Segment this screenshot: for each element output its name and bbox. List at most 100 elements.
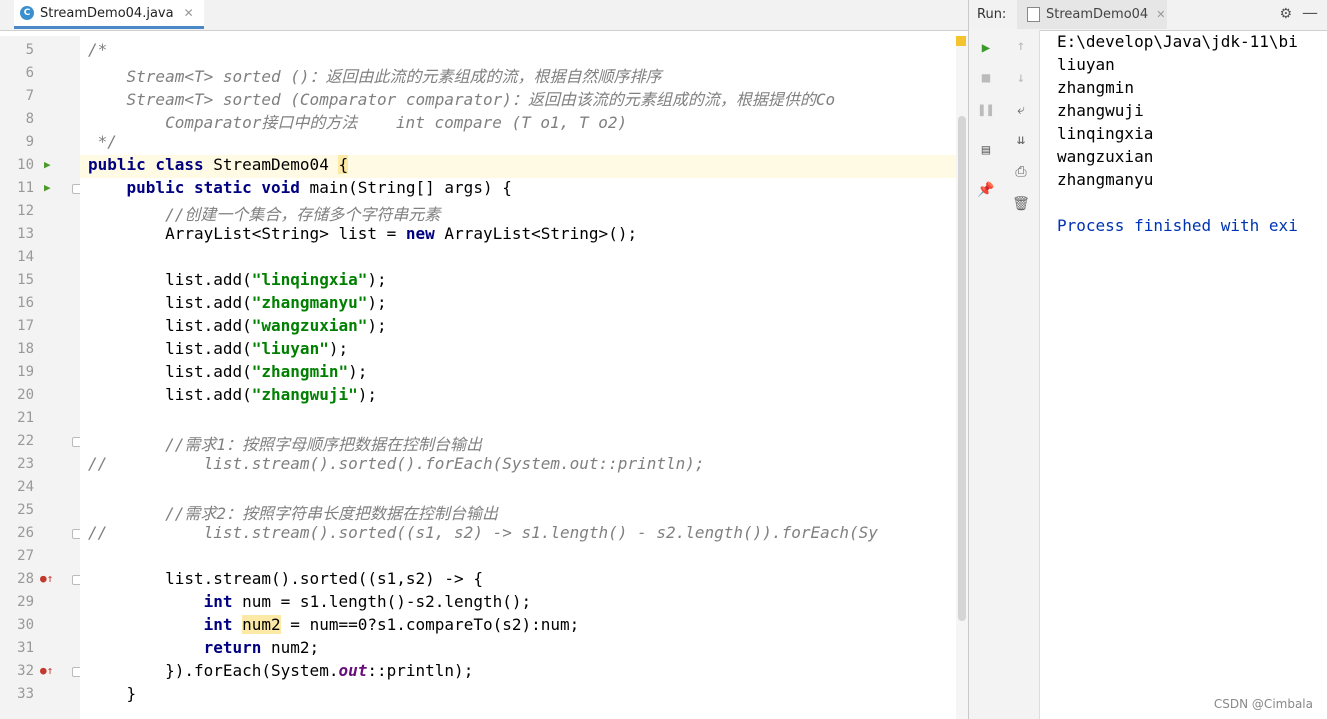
line-number: 26 [17,525,34,541]
console-line: zhangwuji [1057,101,1144,120]
line-number: 19 [17,364,34,380]
code-line-10: public class StreamDemo04 { [88,155,349,174]
code-line-9: */ [88,132,117,151]
scroll-to-end-icon[interactable]: ⇊ [1003,132,1039,148]
code-line-13: ArrayList<String> list = new ArrayList<S… [88,224,638,243]
line-number: 28 [17,571,34,587]
code-line-25: //需求2：按照字符串长度把数据在控制台输出 [88,504,498,523]
code-line-19: list.add("zhangmin"); [88,362,368,381]
line-number: 24 [17,479,34,495]
line-number: 14 [17,249,34,265]
code-line-33: } [88,684,137,703]
code-line-12: //创建一个集合，存储多个字符串元素 [88,205,441,224]
run-toolbar-secondary: ↑ ↓ ⤶ ⇊ ⎙ 🗑 [1003,30,1040,719]
console-output[interactable]: E:\develop\Java\jdk-11\bi liuyan zhangmi… [1057,30,1327,719]
console-line: E:\develop\Java\jdk-11\bi [1057,32,1298,51]
code-line-32: }).forEach(System.out::println); [88,661,474,680]
override-marker-icon[interactable]: ●↑ [40,572,53,585]
code-line-18: list.add("liuyan"); [88,339,349,358]
soft-wrap-icon[interactable]: ⤶ [1003,102,1039,118]
editor-tab-bar: C StreamDemo04.java ✕ [0,0,968,31]
line-number: 12 [17,203,34,219]
line-number: 6 [25,65,34,81]
line-number-gutter: 5 6 7 8 9 10 ▶ 11 ▶ 12 13 14 15 16 17 18 19 20 21 22 23 24 25 2… [0,36,82,719]
process-finished-message: Process finished with exi [1057,216,1298,235]
close-icon[interactable]: ✕ [1156,8,1165,21]
tab-label: StreamDemo04.java [40,5,174,21]
run-toolbar-primary: ▶ ■ ❚❚ ▤ 📌 [969,30,1003,719]
override-marker-icon[interactable]: ●↑ [40,664,53,677]
minimize-icon[interactable]: — [1302,3,1318,22]
code-line-7: Stream<T> sorted (Comparator comparator)… [88,90,836,109]
run-gutter-icon[interactable]: ▶ [44,158,51,171]
stop-icon[interactable]: ■ [969,70,1003,86]
line-number: 31 [17,640,34,656]
line-number: 17 [17,318,34,334]
print-icon[interactable]: ⎙ [1003,164,1039,180]
line-number: 29 [17,594,34,610]
line-number: 11 [17,180,34,196]
tab-streamdemo04-java[interactable]: C StreamDemo04.java ✕ [14,0,204,29]
line-number: 27 [17,548,34,564]
line-number: 8 [25,111,34,127]
code-line-31: return num2; [88,638,320,657]
java-class-icon: C [20,6,34,20]
code-line-16: list.add("zhangmanyu"); [88,293,387,312]
code-line-22: //需求1：按照字母顺序把数据在控制台输出 [88,435,482,454]
line-number: 30 [17,617,34,633]
console-line: liuyan [1057,55,1115,74]
code-line-11: public static void main(String[] args) { [88,178,512,197]
console-line: zhangmin [1057,78,1135,97]
code-line-20: list.add("zhangwuji"); [88,385,377,404]
line-number: 18 [17,341,34,357]
code-line-29: int num = s1.length()-s2.length(); [88,592,532,611]
arrow-down-icon[interactable]: ↓ [1003,70,1039,86]
line-number: 20 [17,387,34,403]
scrollbar-thumb[interactable] [958,116,966,621]
code-line-30: int num2 = num==0?s1.compareTo(s2):num; [88,615,580,634]
trash-icon[interactable]: 🗑 [1003,196,1039,212]
code-line-28: list.stream().sorted((s1,s2) -> { [88,569,483,588]
console-line: zhangmanyu [1057,170,1154,189]
pause-icon[interactable]: ❚❚ [969,102,1003,118]
run-gutter-icon[interactable]: ▶ [44,181,51,194]
line-number: 21 [17,410,34,426]
console-line: wangzuxian [1057,147,1154,166]
run-panel-header: Run: StreamDemo04 ✕ ⚙ — [969,0,1327,31]
line-number: 9 [25,134,34,150]
run-tab-streamdemo04[interactable]: StreamDemo04 ✕ [1017,0,1167,29]
line-number: 33 [17,686,34,702]
watermark: CSDN @Cimbala [1213,697,1313,711]
editor-scrollbar[interactable] [956,36,968,719]
code-line-5: /* [88,40,108,59]
pin-icon[interactable]: 📌 [969,182,1003,198]
line-number: 13 [17,226,34,242]
arrow-up-icon[interactable]: ↑ [1003,38,1039,54]
code-editor[interactable]: /* Stream<T> sorted ()：返回由此流的元素组成的流，根据自然… [80,36,956,719]
line-number: 16 [17,295,34,311]
line-number: 22 [17,433,34,449]
gear-icon[interactable]: ⚙ [1279,6,1292,22]
line-number: 23 [17,456,34,472]
code-line-8: Comparator接口中的方法 int compare (T o1, T o2… [88,113,628,132]
warning-marker [956,36,966,46]
run-tab-label: StreamDemo04 [1046,7,1149,22]
line-number: 15 [17,272,34,288]
code-line-15: list.add("linqingxia"); [88,270,387,289]
run-label: Run: [977,7,1007,22]
console-line: linqingxia [1057,124,1154,143]
code-line-23: // list.stream().sorted().forEach(System… [88,454,705,473]
run-panel: Run: StreamDemo04 ✕ ⚙ — ▶ ■ ❚❚ ▤ 📌 ↑ ↓ ⤶… [968,0,1327,719]
line-number: 25 [17,502,34,518]
line-number: 10 [17,157,34,173]
code-line-6: Stream<T> sorted ()：返回由此流的元素组成的流，根据自然顺序排… [88,67,662,86]
code-line-17: list.add("wangzuxian"); [88,316,387,335]
play-icon[interactable]: ▶ [969,40,1003,56]
close-icon[interactable]: ✕ [184,6,194,20]
line-number: 7 [25,88,34,104]
line-number: 5 [25,42,34,58]
layout-icon[interactable]: ▤ [969,142,1003,158]
code-line-26: // list.stream().sorted((s1, s2) -> s1.l… [88,523,878,542]
run-config-icon [1027,7,1040,22]
line-number: 32 [17,663,34,679]
